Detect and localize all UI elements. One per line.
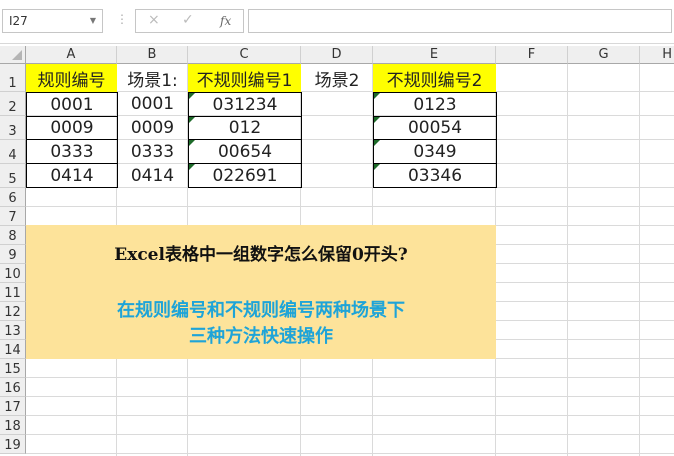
fx-icon[interactable]: fx	[220, 14, 231, 28]
cell-b5[interactable]: 0414	[117, 164, 188, 188]
scenario1-column: 0001 0009 0333 0414	[117, 92, 188, 189]
column-header-d[interactable]: D	[301, 46, 373, 64]
cell-b1[interactable]: 场景1:	[117, 64, 188, 92]
row-header-2[interactable]: 2	[0, 92, 26, 116]
cell-c3[interactable]: 012	[188, 116, 302, 140]
name-box-value: I27	[9, 14, 28, 28]
row-header-18[interactable]: 18	[0, 416, 26, 435]
row-header-13[interactable]: 13	[0, 321, 26, 340]
gridline	[26, 377, 674, 378]
cell-e2[interactable]: 0123	[373, 92, 497, 117]
column-header-e[interactable]: E	[373, 46, 496, 64]
formula-buttons: × ✓ fx	[135, 9, 244, 33]
chevron-down-icon[interactable]: ▼	[90, 10, 96, 32]
row-header-15[interactable]: 15	[0, 359, 26, 378]
cell-a3[interactable]: 0009	[26, 116, 118, 140]
column-header-g[interactable]: G	[568, 46, 640, 64]
formula-input[interactable]	[248, 9, 672, 33]
banner-subtitle-line1: 在规则编号和不规则编号两种场景下	[117, 300, 405, 321]
gridline	[26, 434, 674, 435]
row-header-7[interactable]: 7	[0, 207, 26, 226]
column-header-c[interactable]: C	[188, 46, 301, 64]
row-header-9[interactable]: 9	[0, 245, 26, 264]
cell-a5[interactable]: 0414	[26, 163, 118, 188]
banner-title: Excel表格中一组数字怎么保留0开头?	[114, 245, 408, 265]
regular-number-table: 0001 0009 0333 0414	[26, 92, 118, 189]
cell-b3[interactable]: 0009	[117, 116, 188, 140]
gridline	[639, 64, 640, 456]
column-header-f[interactable]: F	[496, 46, 568, 64]
row-header-10[interactable]: 10	[0, 264, 26, 283]
gridline	[26, 396, 674, 397]
gridline	[26, 453, 674, 454]
row-header-14[interactable]: 14	[0, 340, 26, 359]
cell-c2[interactable]: 031234	[188, 92, 302, 117]
name-box[interactable]: I27 ▼	[2, 9, 103, 33]
grip-icon: ⋮	[116, 12, 128, 26]
cell-e5[interactable]: 03346	[373, 163, 497, 188]
row-header-11[interactable]: 11	[0, 283, 26, 302]
cell-e1[interactable]: 不规则编号2	[373, 64, 496, 92]
banner-subtitle-line2: 三种方法快速操作	[189, 326, 333, 347]
enter-icon[interactable]: ✓	[182, 12, 194, 28]
cell-c5[interactable]: 022691	[188, 163, 302, 188]
row-header-17[interactable]: 17	[0, 397, 26, 416]
cell-b4[interactable]: 0333	[117, 140, 188, 164]
irregular-number-table-1: 031234 012 00654 022691	[188, 92, 302, 189]
row-header-5[interactable]: 5	[0, 164, 26, 188]
row-header-3[interactable]: 3	[0, 116, 26, 140]
cancel-icon[interactable]: ×	[148, 12, 160, 28]
row-header-16[interactable]: 16	[0, 378, 26, 397]
gridline	[26, 206, 674, 207]
column-header-h[interactable]: H	[640, 46, 674, 64]
cell-b2[interactable]: 0001	[117, 92, 188, 116]
row-header-1[interactable]: 1	[0, 64, 26, 92]
cell-c4[interactable]: 00654	[188, 139, 302, 164]
gridline	[567, 64, 568, 456]
column-header-b[interactable]: B	[117, 46, 188, 64]
row-header-8[interactable]: 8	[0, 226, 26, 245]
cell-e4[interactable]: 0349	[373, 139, 497, 164]
row-header-4[interactable]: 4	[0, 140, 26, 164]
gridline	[26, 415, 674, 416]
irregular-number-table-2: 0123 00054 0349 03346	[373, 92, 497, 189]
row-header-6[interactable]: 6	[0, 188, 26, 207]
row-header-19[interactable]: 19	[0, 435, 26, 454]
cell-a1[interactable]: 规则编号	[26, 64, 117, 92]
cell-d1[interactable]: 场景2	[301, 64, 373, 92]
cell-e3[interactable]: 00054	[373, 116, 497, 140]
select-all-button[interactable]	[0, 46, 26, 64]
row-header-12[interactable]: 12	[0, 302, 26, 321]
column-header-a[interactable]: A	[26, 46, 117, 64]
cell-a4[interactable]: 0333	[26, 139, 118, 164]
cell-c1[interactable]: 不规则编号1	[188, 64, 301, 92]
cell-a2[interactable]: 0001	[26, 92, 118, 117]
